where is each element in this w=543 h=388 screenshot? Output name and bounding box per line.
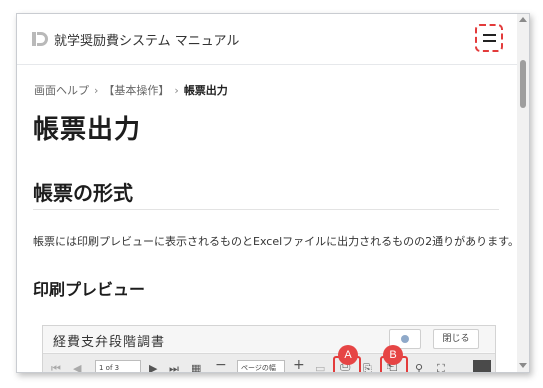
screenshot-close-button: 閉じる: [433, 329, 479, 349]
screenshot-report-title: 経費支弁段階調書: [53, 335, 166, 350]
section-title: 帳票の形式: [33, 181, 133, 205]
sidebar-toggle-icon: [473, 360, 491, 372]
app-logo-icon: [32, 32, 48, 46]
marker-b: B: [383, 345, 403, 365]
print-options-icon: ⎘: [363, 362, 372, 373]
print-preview-screenshot: 経費支弁段階調書 閉じる ⏮ ◀ 1 of 3 ▶ ⏭ ▦ − ページの幅 + …: [42, 325, 496, 373]
section-divider: [33, 209, 499, 210]
screenshot-titlebar: 経費支弁段階調書 閉じる: [43, 326, 495, 352]
marker-a: A: [338, 345, 358, 365]
layout-icon: ▭: [315, 362, 326, 373]
breadcrumb-item-basic-operation[interactable]: 【基本操作】: [103, 84, 169, 97]
vertical-scrollbar[interactable]: [517, 14, 529, 372]
breadcrumb-separator-icon: ›: [94, 84, 99, 97]
subsection-title: 印刷プレビュー: [33, 280, 146, 299]
thumbnails-icon: ▦: [191, 362, 202, 373]
breadcrumb-separator-icon: ›: [174, 84, 179, 97]
scroll-thumb[interactable]: [520, 60, 526, 108]
zoom-out-icon: −: [215, 357, 227, 373]
app-title[interactable]: 就学奨励費システム マニュアル: [54, 30, 239, 49]
settings-icon: [401, 335, 409, 343]
scroll-up-icon[interactable]: [519, 17, 527, 22]
last-page-icon: ⏭: [169, 362, 179, 373]
prev-page-icon: ◀: [73, 362, 82, 373]
page-title: 帳票出力: [33, 115, 142, 145]
fullscreen-icon: ⛶: [437, 362, 445, 373]
hamburger-menu-icon: [482, 34, 496, 42]
breadcrumb-item-screen-help[interactable]: 画面ヘルプ: [34, 84, 89, 97]
browser-frame: 就学奨励費システム マニュアル 画面ヘルプ › 【基本操作】 › 帳票出力 帳票出力 帳…: [16, 13, 530, 373]
section-body-text: 帳票には印刷プレビューに表示されるものとExcelファイルに出力されるものの2通…: [33, 235, 520, 248]
page-number-field: 1 of 3: [95, 360, 141, 372]
first-page-icon: ⏮: [51, 362, 61, 373]
search-icon: ⚲: [415, 362, 424, 373]
zoom-in-icon: +: [293, 357, 305, 373]
hamburger-menu-button[interactable]: [475, 24, 503, 52]
screenshot-toolbar: ⏮ ◀ 1 of 3 ▶ ⏭ ▦ − ページの幅 + ▭ ⎙ ⎘ ⎗ ⚲ ⛶: [43, 353, 495, 373]
zoom-select: ページの幅: [237, 360, 285, 372]
breadcrumb-item-current: 帳票出力: [183, 84, 228, 97]
next-page-icon: ▶: [149, 362, 158, 373]
breadcrumb: 画面ヘルプ › 【基本操作】 › 帳票出力: [34, 82, 228, 98]
site-header: 就学奨励費システム マニュアル: [17, 14, 517, 65]
scroll-down-icon[interactable]: [519, 363, 527, 368]
